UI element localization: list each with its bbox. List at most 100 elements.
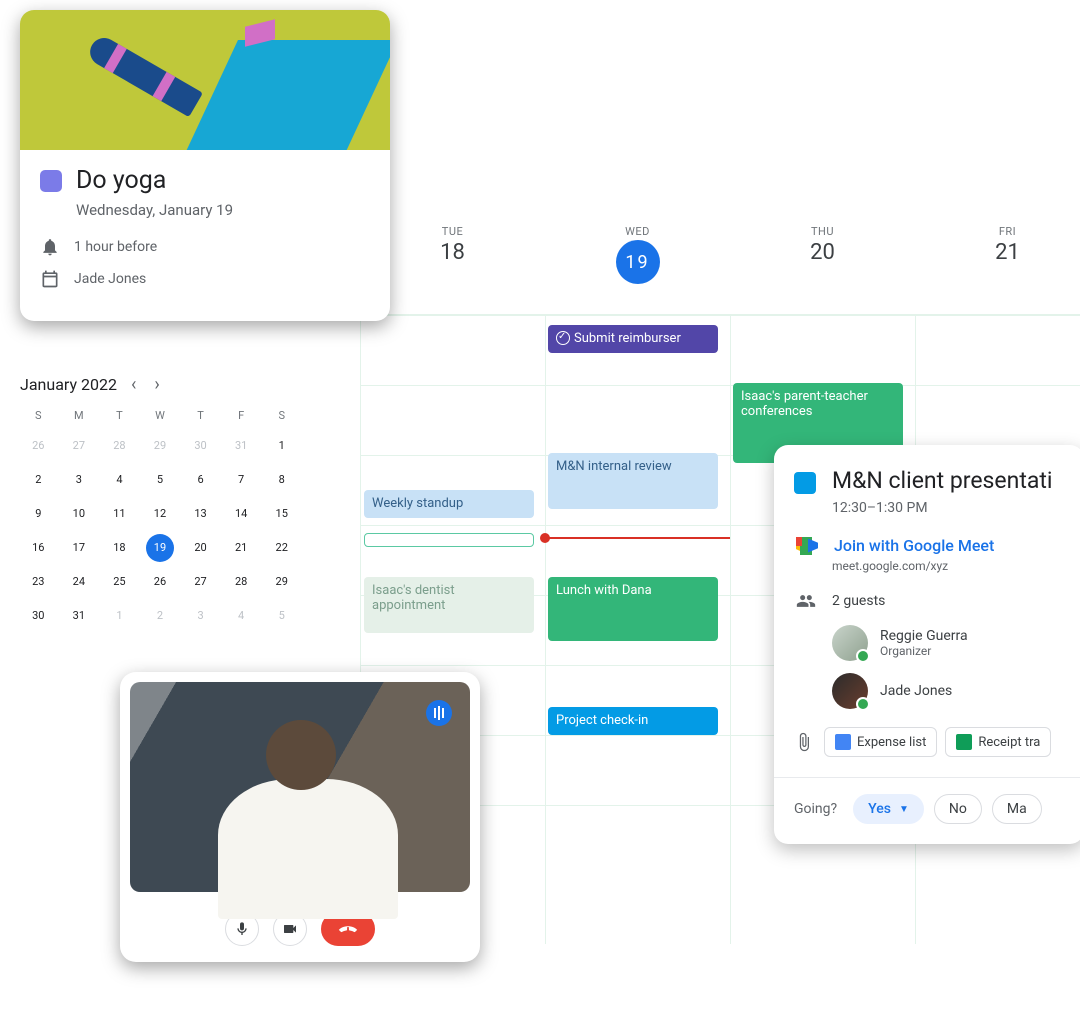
mini-calendar-day[interactable]: 7 <box>227 466 255 494</box>
mini-calendar-day[interactable]: 5 <box>146 466 174 494</box>
mini-calendar-day[interactable]: 20 <box>187 534 215 562</box>
week-day-header[interactable]: THU20 <box>730 225 915 284</box>
event-label: Isaac's dentist appointment <box>372 583 455 613</box>
week-day-label: WED <box>545 225 730 238</box>
event-reminder: 1 hour before <box>74 239 157 255</box>
event-detail-card: M&N client presentati 12:30–1:30 PM Join… <box>774 445 1080 844</box>
mini-calendar-dow: F <box>223 409 260 426</box>
mini-calendar-day[interactable]: 8 <box>268 466 296 494</box>
mini-calendar-day[interactable]: 19 <box>146 534 174 562</box>
google-meet-icon <box>796 537 818 555</box>
mini-calendar-dow: T <box>182 409 219 426</box>
mini-calendar-day[interactable]: 26 <box>24 432 52 460</box>
sheets-icon <box>956 734 972 750</box>
week-day-header[interactable]: FRI 21 <box>915 225 1080 284</box>
mini-calendar-day[interactable]: 5 <box>268 602 296 630</box>
attachment-label: Receipt tra <box>978 735 1040 750</box>
mini-calendar-day[interactable]: 31 <box>227 432 255 460</box>
event-label: Project check-in <box>556 713 648 728</box>
mini-calendar-day[interactable]: 28 <box>227 568 255 596</box>
event-title: Do yoga <box>76 166 166 195</box>
mini-calendar-day[interactable]: 13 <box>187 500 215 528</box>
mini-calendar-day[interactable]: 12 <box>146 500 174 528</box>
mini-calendar-month: January 2022 <box>20 375 117 394</box>
mini-calendar-day[interactable]: 29 <box>268 568 296 596</box>
mini-calendar-day[interactable]: 16 <box>24 534 52 562</box>
mini-calendar-day[interactable]: 26 <box>146 568 174 596</box>
mini-calendar-day[interactable]: 21 <box>227 534 255 562</box>
mini-calendar-day[interactable]: 17 <box>65 534 93 562</box>
attachment-label: Expense list <box>857 735 926 750</box>
mini-calendar-day[interactable]: 2 <box>24 466 52 494</box>
mini-calendar-day[interactable]: 30 <box>24 602 52 630</box>
now-indicator <box>545 537 730 539</box>
meet-video-tile <box>120 672 480 962</box>
mini-calendar-day[interactable]: 1 <box>105 602 133 630</box>
event-label: Weekly standup <box>372 496 463 511</box>
event-label: Submit reimburser <box>574 331 681 346</box>
mini-calendar-day[interactable]: 29 <box>146 432 174 460</box>
mini-calendar-day[interactable]: 31 <box>65 602 93 630</box>
event-label: M&N internal review <box>556 459 672 474</box>
rsvp-yes-button[interactable]: Yes▼ <box>853 794 924 824</box>
event-lunch[interactable]: Lunch with Dana <box>548 577 718 641</box>
event-label: Lunch with Dana <box>556 583 652 598</box>
mini-calendar-day[interactable]: 2 <box>146 602 174 630</box>
event-submit-reimbursement[interactable]: Submit reimburser <box>548 325 718 353</box>
mini-calendar-day[interactable]: 4 <box>105 466 133 494</box>
mini-calendar-day[interactable]: 3 <box>187 602 215 630</box>
mini-calendar-day[interactable]: 15 <box>268 500 296 528</box>
mini-calendar-day[interactable]: 14 <box>227 500 255 528</box>
going-label: Going? <box>794 801 837 817</box>
mini-calendar-prev[interactable]: ‹ <box>127 370 140 399</box>
mini-calendar-day[interactable]: 25 <box>105 568 133 596</box>
mini-calendar-dow: M <box>61 409 98 426</box>
mini-calendar-day[interactable]: 6 <box>187 466 215 494</box>
mini-calendar-day[interactable]: 1 <box>268 432 296 460</box>
event-color-swatch <box>40 170 62 192</box>
event-project-checkin[interactable]: Project check-in <box>548 707 718 735</box>
mini-calendar-day[interactable]: 11 <box>105 500 133 528</box>
mini-calendar-day[interactable]: 22 <box>268 534 296 562</box>
caret-down-icon: ▼ <box>899 804 909 815</box>
guest-row[interactable]: Jade Jones <box>832 673 1064 709</box>
event-weekly-standup[interactable]: Weekly standup <box>364 490 534 518</box>
rsvp-maybe-button[interactable]: Ma <box>992 794 1042 824</box>
event-card-yoga[interactable]: Do yoga Wednesday, January 19 1 hour bef… <box>20 10 390 321</box>
event-date: Wednesday, January 19 <box>76 201 370 219</box>
week-day-label: FRI <box>915 225 1080 238</box>
join-meet-button[interactable]: Join with Google Meet <box>794 536 1064 555</box>
guest-name: Jade Jones <box>880 683 952 699</box>
event-dentist[interactable]: Isaac's dentist appointment <box>364 577 534 633</box>
mini-calendar-day[interactable]: 30 <box>187 432 215 460</box>
mini-calendar-day[interactable]: 27 <box>187 568 215 596</box>
mini-calendar-day[interactable]: 9 <box>24 500 52 528</box>
calendar-icon <box>40 269 60 289</box>
mini-calendar-day[interactable]: 3 <box>65 466 93 494</box>
mini-calendar-day[interactable]: 28 <box>105 432 133 460</box>
mini-calendar-day[interactable]: 24 <box>65 568 93 596</box>
rsvp-no-button[interactable]: No <box>934 794 982 824</box>
attachment-icon <box>794 732 814 752</box>
event-small-slot[interactable] <box>364 533 534 547</box>
mini-calendar-day[interactable]: 27 <box>65 432 93 460</box>
attachment-pill[interactable]: Receipt tra <box>945 727 1051 757</box>
week-day-number: 21 <box>915 240 1080 265</box>
attachment-pill[interactable]: Expense list <box>824 727 937 757</box>
event-internal-review[interactable]: M&N internal review <box>548 453 718 509</box>
guest-row[interactable]: Reggie GuerraOrganizer <box>832 625 1064 661</box>
event-label: Isaac's parent-teacher conferences <box>741 389 868 419</box>
mini-calendar-day[interactable]: 4 <box>227 602 255 630</box>
avatar <box>832 673 868 709</box>
mini-calendar-dow: S <box>20 409 57 426</box>
week-day-number: 20 <box>730 240 915 265</box>
task-check-icon <box>556 331 570 345</box>
event-detail-time: 12:30–1:30 PM <box>832 500 1064 516</box>
mini-calendar-next[interactable]: › <box>150 370 163 399</box>
week-day-header[interactable]: WED19 <box>545 225 730 284</box>
event-color-swatch <box>794 472 816 494</box>
guest-role: Organizer <box>880 644 968 658</box>
mini-calendar-day[interactable]: 18 <box>105 534 133 562</box>
mini-calendar-day[interactable]: 10 <box>65 500 93 528</box>
mini-calendar-day[interactable]: 23 <box>24 568 52 596</box>
